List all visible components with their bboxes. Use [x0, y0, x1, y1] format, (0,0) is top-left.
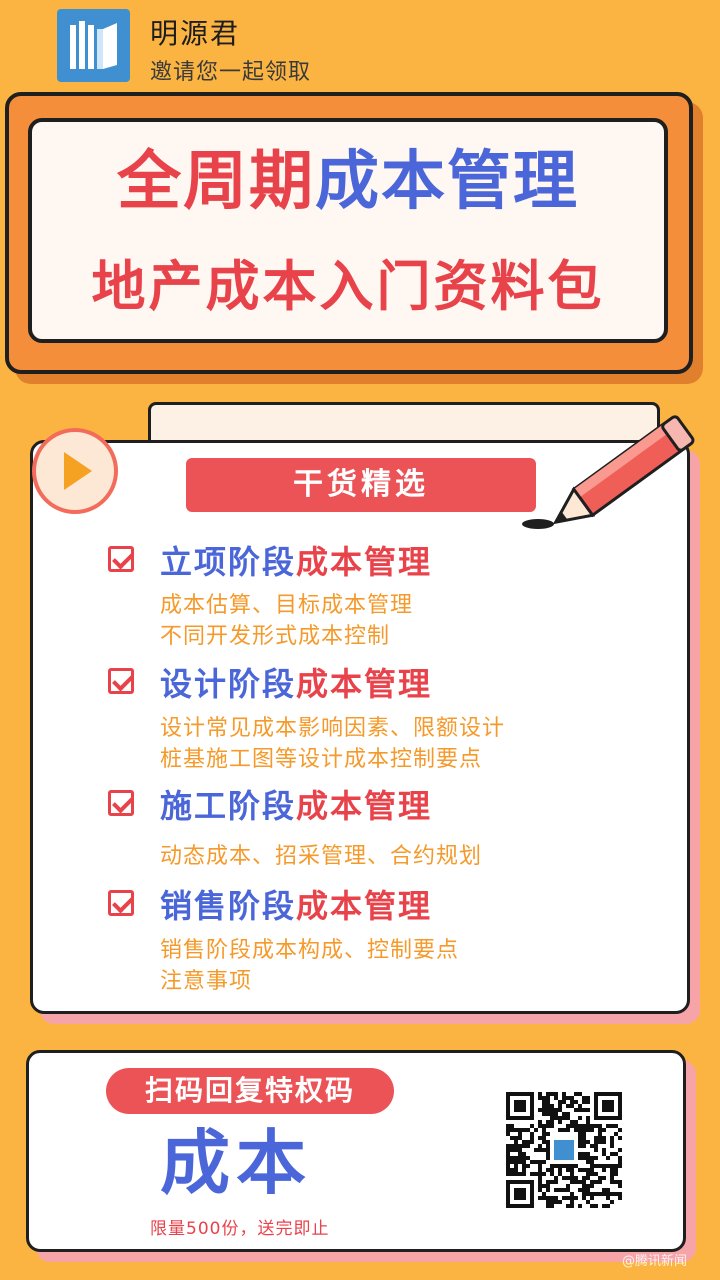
item-title-blue: 设计阶段: [160, 665, 297, 703]
item-title: 设计阶段成本管理: [160, 664, 432, 704]
limit-note: 限量500份，送完即止: [150, 1219, 330, 1239]
item-title-red: 成本管理: [296, 543, 433, 581]
item-desc: 不同开发形式成本控制: [160, 624, 391, 649]
item-title-red: 成本管理: [296, 787, 433, 825]
checkbox-icon: [108, 546, 134, 572]
item-desc: 桩基施工图等设计成本控制要点: [160, 747, 483, 772]
item-desc: 注意事项: [160, 969, 253, 994]
sub-title: 地产成本入门资料包: [91, 255, 605, 318]
brand-name: 明源君: [150, 17, 241, 50]
checkbox-icon: [108, 790, 134, 816]
item-desc: 销售阶段成本构成、控制要点: [160, 938, 460, 963]
item-desc: 设计常见成本影响因素、限额设计: [160, 716, 506, 741]
item-title-blue: 立项阶段: [160, 543, 297, 581]
item-desc: 动态成本、招采管理、合约规划: [160, 844, 483, 869]
item-title-blue: 施工阶段: [160, 787, 297, 825]
play-icon: [64, 452, 92, 490]
item-title-blue: 销售阶段: [160, 887, 297, 925]
main-title-blue: 成本管理: [315, 145, 579, 219]
privilege-code: 成本: [160, 1122, 312, 1204]
item-desc: 成本估算、目标成本管理: [160, 593, 414, 618]
checkbox-icon: [108, 890, 134, 916]
scan-label: 扫码回复特权码: [106, 1068, 394, 1114]
main-title: 全周期成本管理: [28, 142, 668, 222]
item-title-red: 成本管理: [296, 665, 433, 703]
item-title-red: 成本管理: [296, 887, 433, 925]
item-title: 立项阶段成本管理: [160, 542, 432, 582]
brand-subtitle: 邀请您一起领取: [150, 60, 312, 85]
item-title: 施工阶段成本管理: [160, 786, 432, 826]
main-title-red: 全周期: [117, 145, 315, 219]
item-title: 销售阶段成本管理: [160, 886, 432, 926]
brand-logo-icon: [57, 9, 130, 82]
watermark: @腾讯新闻: [622, 1254, 688, 1269]
qr-code-icon[interactable]: [506, 1092, 622, 1208]
section-header: 干货精选: [186, 458, 536, 512]
checkbox-icon: [108, 668, 134, 694]
pencil-icon: [505, 410, 705, 540]
